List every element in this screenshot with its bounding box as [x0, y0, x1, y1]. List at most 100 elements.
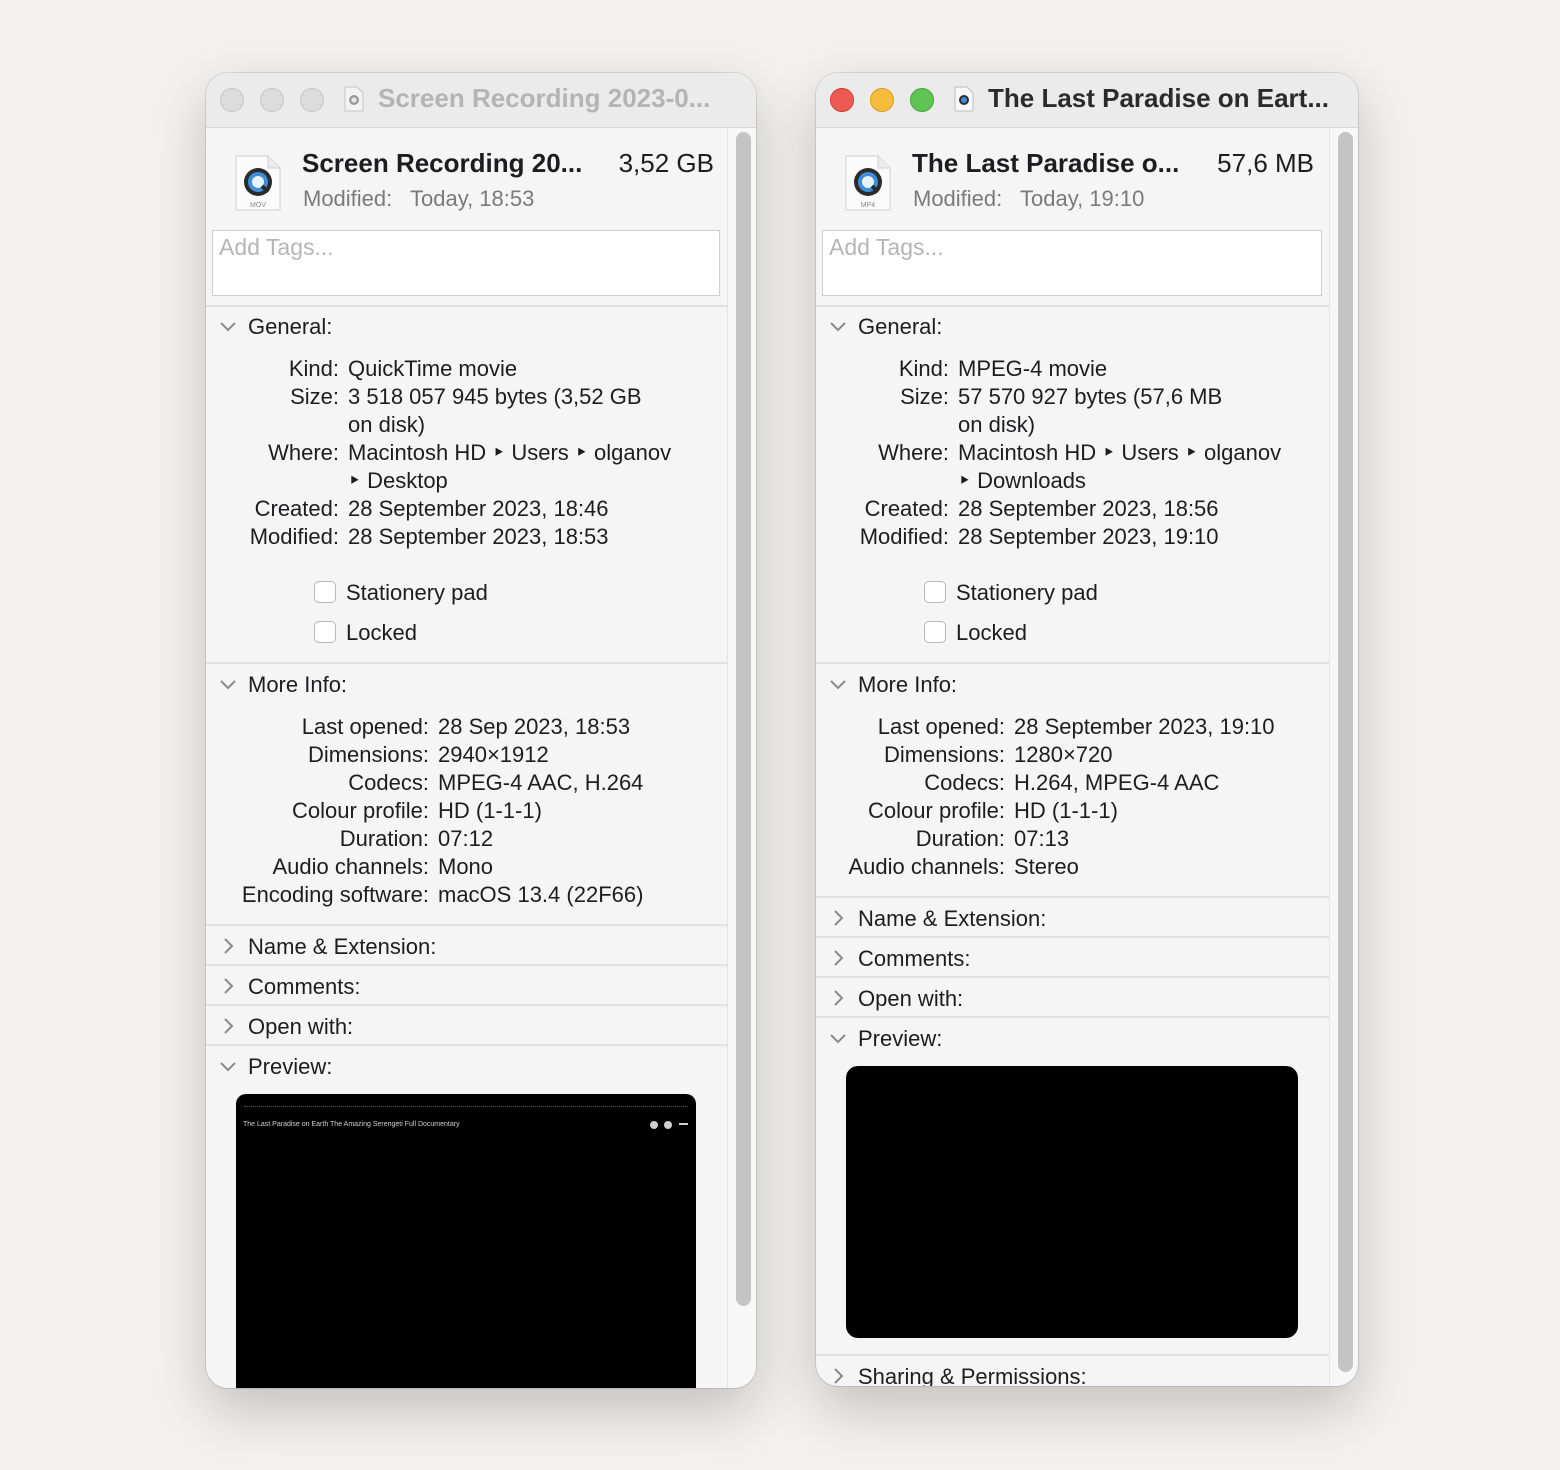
dimensions-label: Dimensions: — [307, 742, 429, 767]
scrollbar-thumb[interactable] — [1338, 132, 1353, 1372]
divider — [206, 1004, 728, 1006]
scrollbar[interactable] — [1329, 128, 1358, 1386]
preview-thumbnail[interactable]: The Last Paradise on Earth The Amazing S… — [236, 1094, 696, 1388]
kind-value: QuickTime movie — [348, 356, 518, 381]
duration-value: 07:13 — [1014, 826, 1070, 851]
window-title: Screen Recording 2023-0... — [378, 83, 711, 113]
title-bar[interactable]: The Last Paradise on Eart... — [816, 73, 1358, 128]
kind-label: Kind: — [898, 356, 949, 381]
chevron-right-icon — [834, 950, 844, 966]
locked-label: Locked — [346, 620, 417, 645]
quicktime-file-icon — [344, 86, 364, 112]
divider — [816, 1354, 1330, 1356]
stationery-pad-checkbox[interactable] — [314, 581, 336, 603]
section-title: Open with: — [248, 1014, 354, 1039]
close-button[interactable] — [220, 88, 244, 112]
audio-channels-value: Stereo — [1014, 854, 1079, 879]
encoding-software-label: Encoding software: — [241, 882, 429, 907]
codecs-label: Codecs: — [348, 770, 429, 795]
locked-checkbox[interactable] — [924, 621, 946, 643]
where-value: Macintosh HD ‣ Users ‣ olganov — [958, 440, 1282, 465]
chevron-right-icon — [224, 978, 234, 994]
locked-checkbox[interactable] — [314, 621, 336, 643]
modified-value: Today, 18:53 — [410, 186, 535, 211]
where-label: Where: — [268, 440, 339, 465]
zoom-button[interactable] — [300, 88, 324, 112]
audio-channels-label: Audio channels: — [272, 854, 429, 879]
section-title: Comments: — [248, 974, 361, 999]
quicktime-file-icon: MP4 — [845, 155, 891, 211]
chevron-down-icon — [830, 322, 846, 332]
svg-text:MP4: MP4 — [861, 202, 876, 209]
stationery-pad-label: Stationery pad — [346, 580, 488, 605]
close-button[interactable] — [830, 88, 854, 112]
section-title: Sharing & Permissions: — [858, 1364, 1087, 1386]
section-title: Preview: — [248, 1054, 333, 1079]
colour-profile-label: Colour profile: — [292, 798, 429, 823]
file-size: 3,52 GB — [618, 148, 714, 178]
size-label: Size: — [900, 384, 949, 409]
chevron-right-icon — [834, 990, 844, 1006]
size-value: 3 518 057 945 bytes (3,52 GB — [348, 384, 642, 409]
info-window-screen-recording: Screen Recording 2023-0... MOV Screen Re… — [206, 73, 756, 1388]
chevron-down-icon — [830, 1034, 846, 1044]
dimensions-label: Dimensions: — [883, 742, 1005, 767]
section-title: Preview: — [858, 1026, 943, 1051]
divider — [816, 662, 1330, 664]
colour-profile-label: Colour profile: — [868, 798, 1005, 823]
where-value-cont: ‣ Desktop — [348, 468, 448, 493]
modified-label: Modified: — [913, 186, 1003, 211]
section-title: More Info: — [858, 672, 958, 697]
svg-text:MOV: MOV — [250, 202, 266, 209]
last-opened-label: Last opened: — [877, 714, 1005, 739]
stationery-pad-checkbox[interactable] — [924, 581, 946, 603]
dimensions-value: 2940×1912 — [438, 742, 549, 767]
divider — [206, 1044, 728, 1046]
divider — [206, 924, 728, 926]
quicktime-file-icon — [954, 86, 974, 112]
encoding-software-value: macOS 13.4 (22F66) — [438, 882, 644, 907]
modified-date-label: Modified: — [249, 524, 339, 549]
dimensions-value: 1280×720 — [1014, 742, 1113, 767]
minimize-button[interactable] — [870, 88, 894, 112]
kind-label: Kind: — [288, 356, 339, 381]
audio-channels-value: Mono — [438, 854, 494, 879]
audio-channels-label: Audio channels: — [848, 854, 1005, 879]
zoom-button[interactable] — [910, 88, 934, 112]
divider — [816, 305, 1330, 307]
title-bar[interactable]: Screen Recording 2023-0... — [206, 73, 756, 128]
scrollbar[interactable] — [727, 128, 756, 1388]
codecs-value: H.264, MPEG-4 AAC — [1014, 770, 1220, 795]
tags-input[interactable]: Add Tags... — [822, 230, 1322, 296]
created-label: Created: — [254, 496, 339, 521]
created-value: 28 September 2023, 18:56 — [958, 496, 1219, 521]
chevron-right-icon — [224, 1018, 234, 1034]
scrollbar-thumb[interactable] — [736, 132, 751, 1306]
divider — [816, 976, 1330, 978]
preview-thumbnail[interactable] — [846, 1066, 1298, 1338]
where-value: Macintosh HD ‣ Users ‣ olganov — [348, 440, 672, 465]
minimize-button[interactable] — [260, 88, 284, 112]
divider — [206, 964, 728, 966]
info-icon — [650, 1121, 658, 1129]
divider — [816, 896, 1330, 898]
last-opened-value: 28 Sep 2023, 18:53 — [438, 714, 631, 739]
section-title: General: — [248, 314, 333, 339]
stationery-pad-label: Stationery pad — [956, 580, 1098, 605]
locked-label: Locked — [956, 620, 1027, 645]
section-title: General: — [858, 314, 943, 339]
quicktime-file-icon: MOV — [235, 155, 281, 211]
info-window-last-paradise: The Last Paradise on Eart... MP4 The Las… — [816, 73, 1358, 1386]
kind-value: MPEG-4 movie — [958, 356, 1108, 381]
modified-value: Today, 19:10 — [1020, 186, 1145, 211]
modified-date-value: 28 September 2023, 18:53 — [348, 524, 609, 549]
size-label: Size: — [290, 384, 339, 409]
section-title: More Info: — [248, 672, 348, 697]
tags-input[interactable]: Add Tags... — [212, 230, 720, 296]
info-content: MOV Screen Recording 20... 3,52 GB Modif… — [206, 128, 728, 1388]
last-opened-label: Last opened: — [301, 714, 429, 739]
last-opened-value: 28 September 2023, 19:10 — [1014, 714, 1275, 739]
where-value-cont: ‣ Downloads — [958, 468, 1086, 493]
preview-caption: The Last Paradise on Earth The Amazing S… — [243, 1121, 460, 1128]
duration-value: 07:12 — [438, 826, 494, 851]
